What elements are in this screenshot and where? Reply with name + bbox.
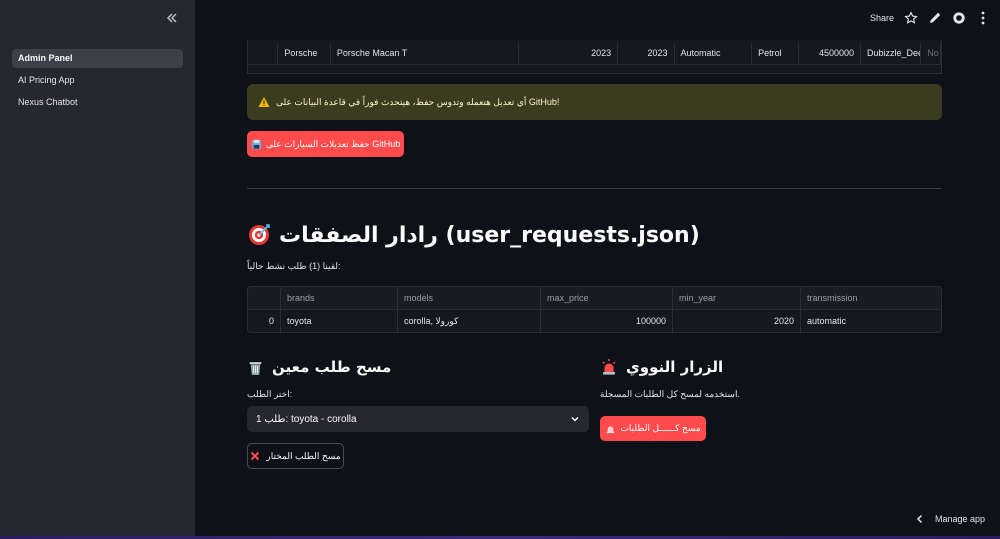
clear-selected-request-button[interactable]: مسح الطلب المختار [247, 443, 344, 469]
github-icon[interactable] [952, 11, 966, 25]
warning-text: أي تعديل هتعمله وتدوس حفظ، هيتحدث فوراً … [276, 96, 560, 107]
active-requests-caption: لقينا (1) طلب نشط حالياً: [247, 261, 341, 271]
table-row[interactable]: 0 toyota corolla, كورولا 100000 2020 aut… [248, 310, 941, 332]
table-cell[interactable]: 2023 [519, 43, 619, 64]
table-cell[interactable]: Automatic [675, 43, 753, 64]
share-button[interactable]: Share [870, 13, 894, 23]
collapse-sidebar-icon[interactable] [164, 10, 180, 26]
sidebar-nav: Admin Panel AI Pricing App Nexus Chatbot [12, 49, 183, 115]
column-header[interactable]: models [398, 287, 541, 310]
request-select-value: طلب 1: toyota - corolla [256, 413, 357, 425]
table-cell[interactable]: Dubizzle_Deep [861, 43, 922, 64]
nuclear-section: الزرار النووي استخدمه لمسح كل الطلبات ال… [600, 355, 942, 399]
floppy-disk-icon [251, 139, 261, 149]
table-header-row: brands models max_price min_year transmi… [248, 287, 941, 310]
column-header[interactable]: transmission [801, 287, 941, 310]
clear-single-heading: مسح طلب معين [247, 355, 589, 379]
row-index-cell [248, 43, 279, 64]
select-request-label: اختر الطلب: [247, 389, 293, 399]
clear-single-title: مسح طلب معين [272, 358, 392, 376]
manage-app-label: Manage app [934, 514, 985, 524]
wastebasket-icon [249, 361, 262, 375]
table-cell[interactable]: automatic [801, 310, 941, 332]
target-icon [249, 224, 270, 245]
clear-all-requests-button[interactable]: مسح كــــــل الطلبات [600, 416, 706, 441]
table-cell[interactable]: 2023 [618, 43, 675, 64]
save-to-github-label: حفظ تعديلات السيارات على GitHub [265, 138, 401, 149]
save-to-github-button[interactable]: حفظ تعديلات السيارات على GitHub [247, 131, 404, 157]
table-row[interactable]: Porsche Porsche Macan T 2023 2023 Automa… [248, 43, 941, 64]
nuclear-title: الزرار النووي [626, 358, 724, 376]
radar-title: رادار الصفقات (user_requests.json) [279, 222, 700, 248]
main-menu-icon[interactable] [976, 10, 990, 26]
column-header[interactable]: brands [281, 287, 398, 310]
request-select[interactable]: طلب 1: toyota - corolla [247, 406, 589, 432]
sidebar-item-ai-pricing-app[interactable]: AI Pricing App [12, 71, 183, 90]
table-cell[interactable]: Petrol [752, 43, 799, 64]
warning-alert: أي تعديل هتعمله وتدوس حفظ، هيتحدث فوراً … [247, 84, 942, 120]
table-cell[interactable]: No [921, 43, 941, 64]
manage-app-button[interactable]: Manage app [915, 514, 985, 524]
row-index-cell: 0 [248, 310, 281, 332]
column-header[interactable]: min_year [673, 287, 801, 310]
clear-single-section: مسح طلب معين اختر الطلب: [247, 355, 589, 399]
table-cell[interactable]: 4500000 [799, 43, 862, 64]
chevron-left-icon [916, 514, 922, 524]
radar-heading: رادار الصفقات (user_requests.json) [247, 218, 700, 252]
clear-all-requests-label: مسح كــــــل الطلبات [620, 423, 701, 433]
cars-data-editor[interactable]: Porsche Porsche Macan T 2023 2023 Automa… [247, 40, 942, 74]
header-toolbar: Share [870, 10, 966, 26]
chevron-down-icon [571, 416, 579, 422]
table-cell[interactable]: Porsche [278, 43, 331, 64]
nuclear-description: استخدمه لمسح كل الطلبات المسجلة. [600, 389, 740, 399]
cross-mark-icon [251, 451, 260, 461]
sidebar: Admin Panel AI Pricing App Nexus Chatbot [0, 0, 195, 539]
sidebar-item-nexus-chatbot[interactable]: Nexus Chatbot [12, 93, 183, 112]
table-cell[interactable]: toyota [281, 310, 398, 332]
table-cell[interactable]: 2020 [673, 310, 801, 332]
column-header[interactable]: max_price [541, 287, 673, 310]
edit-pencil-icon[interactable] [928, 11, 942, 25]
clear-selected-request-label: مسح الطلب المختار [266, 450, 341, 461]
sidebar-item-admin-panel[interactable]: Admin Panel [12, 49, 183, 68]
siren-icon [602, 359, 616, 375]
table-cell[interactable]: Porsche Macan T [331, 43, 520, 64]
warning-icon [258, 97, 270, 107]
table-cell[interactable]: corolla, كورولا [398, 310, 541, 332]
nuclear-heading: الزرار النووي [600, 355, 942, 379]
siren-icon [607, 426, 615, 434]
requests-table[interactable]: brands models max_price min_year transmi… [247, 286, 942, 333]
section-divider [247, 188, 942, 189]
column-header [248, 287, 281, 310]
star-icon[interactable] [904, 11, 918, 25]
row-divider [248, 64, 941, 65]
table-cell[interactable]: 100000 [541, 310, 673, 332]
